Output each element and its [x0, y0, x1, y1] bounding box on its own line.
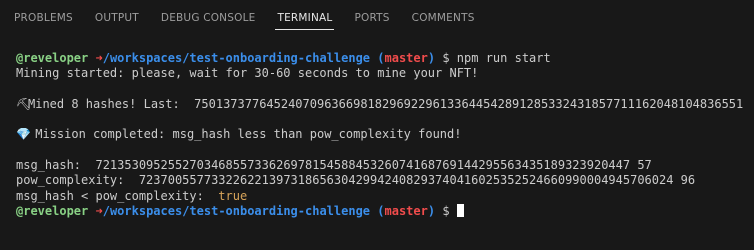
msg-hash-value: 7213530952552703468557336269781545884532… — [95, 158, 652, 173]
tab-debug-console[interactable]: DEBUG CONSOLE — [161, 0, 256, 36]
terminal-output[interactable]: @reveloper ➜/workspaces/test-onboarding-… — [0, 51, 754, 250]
prompt-symbol: $ — [442, 203, 450, 218]
prompt-symbol: $ — [442, 51, 450, 65]
prompt-branch-open: ( — [377, 51, 385, 65]
pick-icon: ⛏ — [16, 96, 32, 111]
pow-complexity-line: pow_complexity: 723700557733226221397318… — [16, 173, 754, 188]
prompt-branch-close: ) — [427, 203, 436, 218]
prompt-branch-open: ( — [377, 203, 385, 218]
tab-output[interactable]: OUTPUT — [95, 0, 139, 36]
compare-value: true — [218, 188, 248, 203]
prompt-user: @reveloper — [16, 203, 89, 218]
prompt-arrow-icon: ➜ — [95, 203, 103, 218]
mining-started-line: Mining started: please, wait for 30-60 s… — [16, 66, 479, 81]
prompt-path: /workspaces/test-onboarding-challenge — [102, 51, 371, 65]
gem-icon: 💎 — [16, 127, 31, 142]
compare-line: msg_hash < pow_complexity: true — [16, 189, 754, 204]
prompt-line: @reveloper ➜/workspaces/test-onboarding-… — [16, 51, 754, 66]
terminal-cursor — [456, 203, 464, 217]
pow-complexity-label: pow_complexity: — [16, 173, 139, 188]
pow-complexity-value: 7237005577332262213973186563042994240829… — [138, 173, 696, 188]
tab-terminal[interactable]: TERMINAL — [275, 0, 335, 36]
tab-comments[interactable]: COMMENTS — [412, 0, 475, 36]
prompt-branch: master — [384, 51, 428, 65]
mined-line: ⛏Mined 8 hashes! Last: 75013737764524070… — [16, 97, 754, 112]
mission-text: Mission completed: msg_hash less than po… — [28, 127, 462, 142]
prompt-path: /workspaces/test-onboarding-challenge — [102, 203, 371, 218]
mined-text: Mined 8 hashes! Last: 750137377645240709… — [28, 96, 744, 111]
prompt-line-current: @reveloper ➜/workspaces/test-onboarding-… — [16, 203, 754, 219]
tab-problems[interactable]: PROBLEMS — [14, 0, 73, 36]
prompt-user: @reveloper — [16, 51, 89, 65]
mission-line: 💎 Mission completed: msg_hash less than … — [16, 127, 754, 142]
tab-ports[interactable]: PORTS — [354, 0, 389, 36]
panel-tab-bar: PROBLEMS OUTPUT DEBUG CONSOLE TERMINAL P… — [0, 0, 754, 36]
terminal-panel: PROBLEMS OUTPUT DEBUG CONSOLE TERMINAL P… — [0, 0, 754, 250]
compare-label: msg_hash < pow_complexity: — [16, 188, 219, 203]
prompt-arrow-icon: ➜ — [95, 51, 103, 65]
msg-hash-line: msg_hash: 721353095255270346855733626978… — [16, 158, 754, 173]
command-text: npm run start — [456, 51, 551, 65]
prompt-branch: master — [384, 203, 428, 218]
msg-hash-label: msg_hash: — [16, 158, 96, 173]
prompt-branch-close: ) — [427, 51, 436, 65]
